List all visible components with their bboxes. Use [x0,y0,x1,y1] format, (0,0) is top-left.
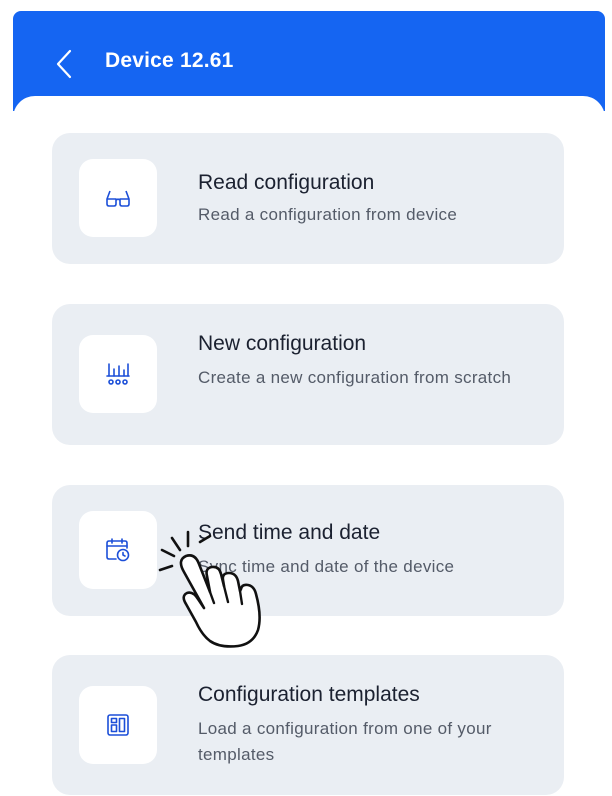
card-subtitle: Sync time and date of the device [198,557,455,576]
new-configuration-card[interactable]: New configuration Create a new configura… [52,304,564,445]
back-button[interactable] [49,47,79,81]
chevron-left-icon [56,49,72,79]
icon-container [79,335,157,413]
icon-container [79,511,157,589]
icon-container [79,686,157,764]
icon-container [79,159,157,237]
card-subtitle: Create a new configuration from scratch [198,368,512,387]
page-title: Device 12.61 [105,49,234,72]
card-title: Send time and date [198,521,381,544]
card-subtitle: Read a configuration from device [198,205,458,224]
read-configuration-card[interactable]: Read configuration Read a configuration … [52,133,564,264]
card-title: New configuration [198,332,367,355]
template-icon [107,714,129,736]
card-title: Read configuration [198,171,375,194]
card-title: Configuration templates [198,683,420,706]
equalizer-icon [106,363,130,385]
send-time-and-date-card[interactable]: Send time and date Sync time and date of… [52,485,564,616]
calendar-clock-icon [106,538,130,562]
card-subtitle: Load a configuration from one of your te… [198,719,492,764]
glasses-icon [106,190,130,207]
configuration-templates-card[interactable]: Configuration templates Load a configura… [52,655,564,795]
